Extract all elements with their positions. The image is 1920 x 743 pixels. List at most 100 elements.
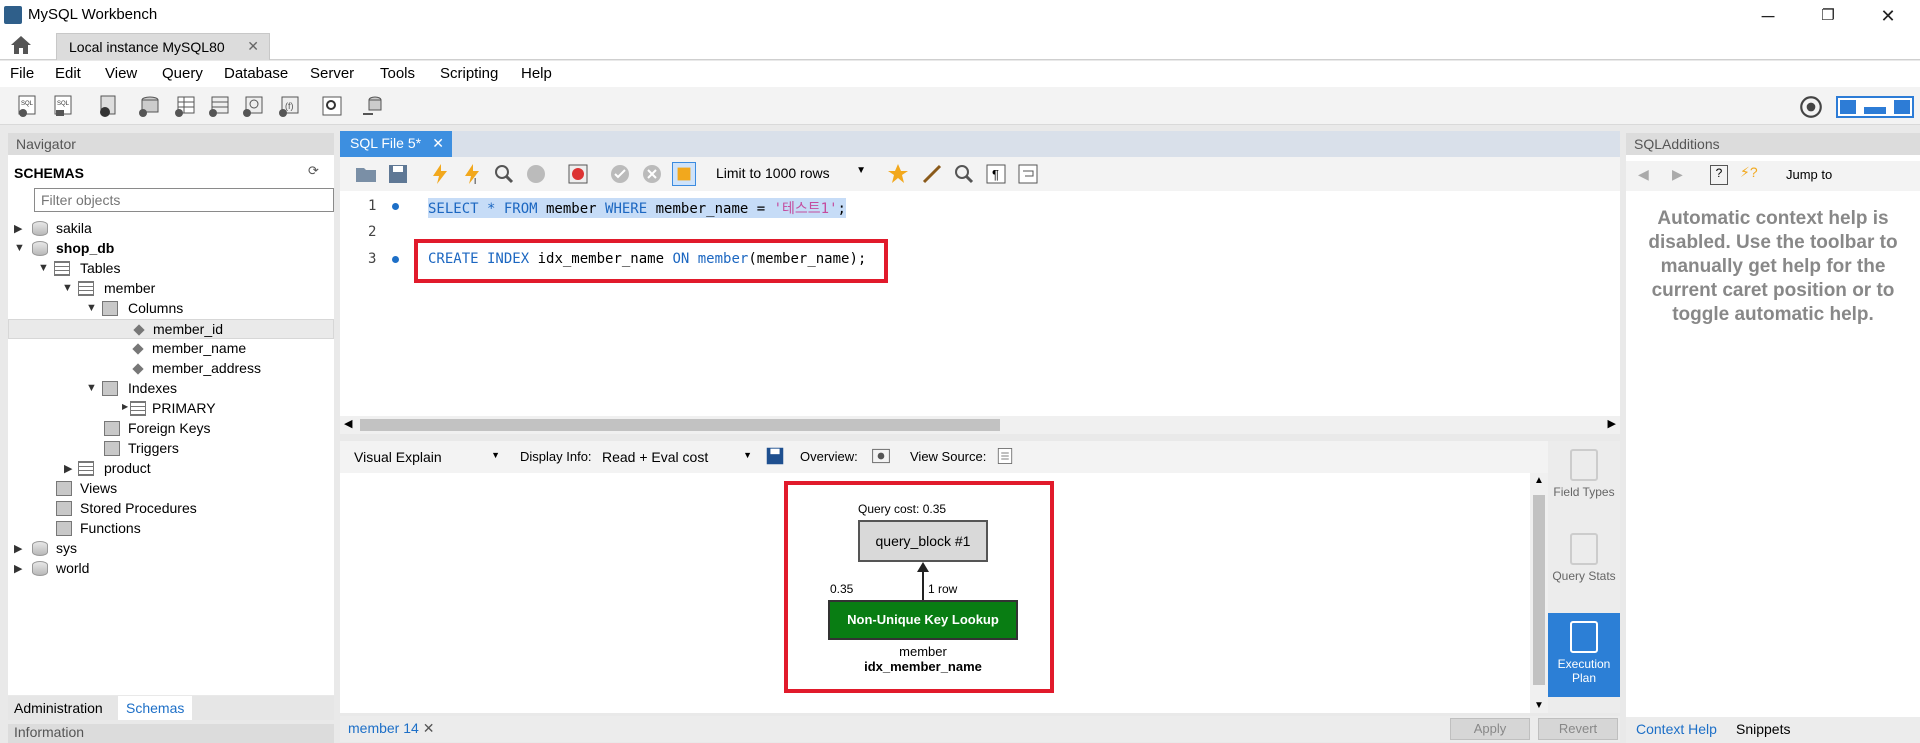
collapse-arrow-icon[interactable]: ▼ [86, 382, 97, 394]
tree-columns[interactable]: ▼ Columns [8, 299, 334, 319]
vertical-scrollbar[interactable]: ▲ ▼ [1530, 473, 1548, 713]
manual-help-icon[interactable]: ? [1710, 165, 1728, 185]
reconnect-icon[interactable] [360, 94, 384, 118]
collapse-arrow-icon[interactable]: ▼ [62, 282, 73, 294]
menu-scripting[interactable]: Scripting [440, 65, 498, 82]
tree-foreign-keys[interactable]: Foreign Keys [8, 419, 334, 439]
tab-query-stats[interactable]: Query Stats [1548, 533, 1620, 583]
new-sql-tab-icon[interactable]: SQL [16, 94, 40, 118]
toggle-sidebar-icon[interactable] [1894, 100, 1910, 114]
result-tab-member[interactable]: member 14 ✕ [348, 720, 434, 737]
collapse-arrow-icon[interactable]: ▼ [14, 242, 25, 254]
tree-column-member-address[interactable]: member_address [8, 359, 334, 379]
inspector-icon[interactable] [96, 94, 120, 118]
scroll-up-icon[interactable]: ▲ [1534, 475, 1544, 486]
schema-sakila[interactable]: ▶ sakila [8, 219, 334, 239]
close-button[interactable]: ✕ [1868, 4, 1908, 28]
tree-indexes[interactable]: ▼ Indexes [8, 379, 334, 399]
tree-column-member-id[interactable]: member_id [8, 319, 334, 339]
close-tab-icon[interactable]: ✕ [423, 720, 435, 736]
menu-edit[interactable]: Edit [55, 65, 81, 82]
minimize-button[interactable]: ─ [1748, 4, 1788, 28]
commit-icon[interactable] [608, 162, 632, 186]
display-info-select[interactable]: Read + Eval cost ▼ [602, 446, 752, 468]
create-procedure-icon[interactable] [240, 94, 264, 118]
jump-to-label[interactable]: Jump to [1786, 167, 1832, 182]
schema-sys[interactable]: ▶ sys [8, 539, 334, 559]
tab-snippets[interactable]: Snippets [1736, 721, 1790, 737]
invisible-chars-icon[interactable]: ¶ [984, 162, 1008, 186]
maximize-button[interactable]: ❐ [1808, 4, 1848, 28]
tab-execution-plan[interactable]: Execution Plan [1548, 613, 1620, 697]
open-sql-script-icon[interactable]: SQL [52, 94, 76, 118]
revert-button[interactable]: Revert [1538, 718, 1618, 740]
collapse-arrow-icon[interactable]: ▼ [86, 302, 97, 314]
panel-layout-toggle[interactable] [1836, 96, 1914, 118]
save-icon[interactable] [386, 162, 410, 186]
tree-stored-procedures[interactable]: Stored Procedures [8, 499, 334, 519]
expand-arrow-icon[interactable]: ▶ [14, 542, 22, 555]
tab-schemas[interactable]: Schemas [118, 696, 193, 720]
home-tab[interactable] [8, 34, 46, 58]
view-mode-select[interactable]: Visual Explain ▼ [354, 446, 500, 468]
collapse-arrow-icon[interactable]: ▼ [38, 262, 49, 274]
tree-column-member-name[interactable]: member_name [8, 339, 334, 359]
open-file-icon[interactable] [354, 162, 378, 186]
tree-table-member[interactable]: ▼ member [8, 279, 334, 299]
expand-arrow-icon[interactable]: ▶ [14, 562, 22, 575]
execute-icon[interactable] [428, 162, 452, 186]
expand-arrow-icon[interactable]: ▶ [64, 462, 72, 475]
rollback-icon[interactable] [640, 162, 664, 186]
sql-file-tab[interactable]: SQL File 5* ✕ [340, 131, 452, 157]
filter-objects-input[interactable] [34, 188, 334, 212]
scrollbar-thumb[interactable] [1533, 495, 1545, 685]
autocommit-icon[interactable] [672, 162, 696, 186]
toggle-output-icon[interactable] [1864, 107, 1886, 114]
refresh-schemas-icon[interactable]: ⟳ [308, 163, 319, 179]
menu-database[interactable]: Database [224, 65, 288, 82]
query-block-node[interactable]: query_block #1 [858, 520, 988, 562]
preferences-icon[interactable] [1798, 94, 1824, 120]
menu-file[interactable]: File [10, 65, 34, 82]
tab-context-help[interactable]: Context Help [1636, 721, 1717, 737]
scrollbar-thumb[interactable] [360, 419, 1000, 431]
tree-tables[interactable]: ▼ Tables [8, 259, 334, 279]
tree-functions[interactable]: Functions [8, 519, 334, 539]
menu-tools[interactable]: Tools [380, 65, 415, 82]
create-view-icon[interactable] [206, 94, 230, 118]
menu-server[interactable]: Server [310, 65, 354, 82]
tree-views[interactable]: Views [8, 479, 334, 499]
beautify-icon[interactable] [920, 162, 944, 186]
overview-eye-icon[interactable] [870, 446, 892, 466]
menu-help[interactable]: Help [521, 65, 552, 82]
expand-arrow-icon[interactable]: ▶ [122, 402, 128, 411]
limit-rows-select[interactable]: Limit to 1000 rows ▼ [716, 162, 870, 186]
apply-button[interactable]: Apply [1450, 718, 1530, 740]
horizontal-scrollbar[interactable]: ◀ ▶ [340, 416, 1620, 434]
execute-current-icon[interactable]: I [460, 162, 484, 186]
tree-triggers[interactable]: Triggers [8, 439, 334, 459]
add-snippet-icon[interactable] [886, 162, 910, 186]
scroll-left-icon[interactable]: ◀ [344, 417, 352, 430]
stop-icon[interactable] [524, 162, 548, 186]
expand-arrow-icon[interactable]: ▶ [14, 222, 22, 235]
create-table-icon[interactable] [172, 94, 196, 118]
explain-icon[interactable] [492, 162, 516, 186]
create-function-icon[interactable]: (f) [276, 94, 300, 118]
find-icon[interactable] [952, 162, 976, 186]
forward-icon[interactable]: ▶ [1672, 166, 1683, 183]
auto-help-icon[interactable]: ⚡? [1740, 164, 1758, 181]
schema-world[interactable]: ▶ world [8, 559, 334, 579]
code-line-1[interactable]: SELECT * FROM member WHERE member_name =… [428, 198, 846, 218]
scroll-down-icon[interactable]: ▼ [1534, 700, 1544, 711]
toggle-error-icon[interactable] [566, 162, 590, 186]
back-icon[interactable]: ◀ [1638, 166, 1649, 183]
tab-administration[interactable]: Administration [14, 700, 103, 716]
menu-view[interactable]: View [105, 65, 137, 82]
toggle-navigator-icon[interactable] [1840, 100, 1856, 114]
schema-shop-db[interactable]: ▼ shop_db [8, 239, 334, 259]
search-table-data-icon[interactable] [320, 94, 344, 118]
tree-index-primary[interactable]: ▶ PRIMARY [8, 399, 334, 419]
menu-query[interactable]: Query [162, 65, 203, 82]
create-schema-icon[interactable] [136, 94, 160, 118]
